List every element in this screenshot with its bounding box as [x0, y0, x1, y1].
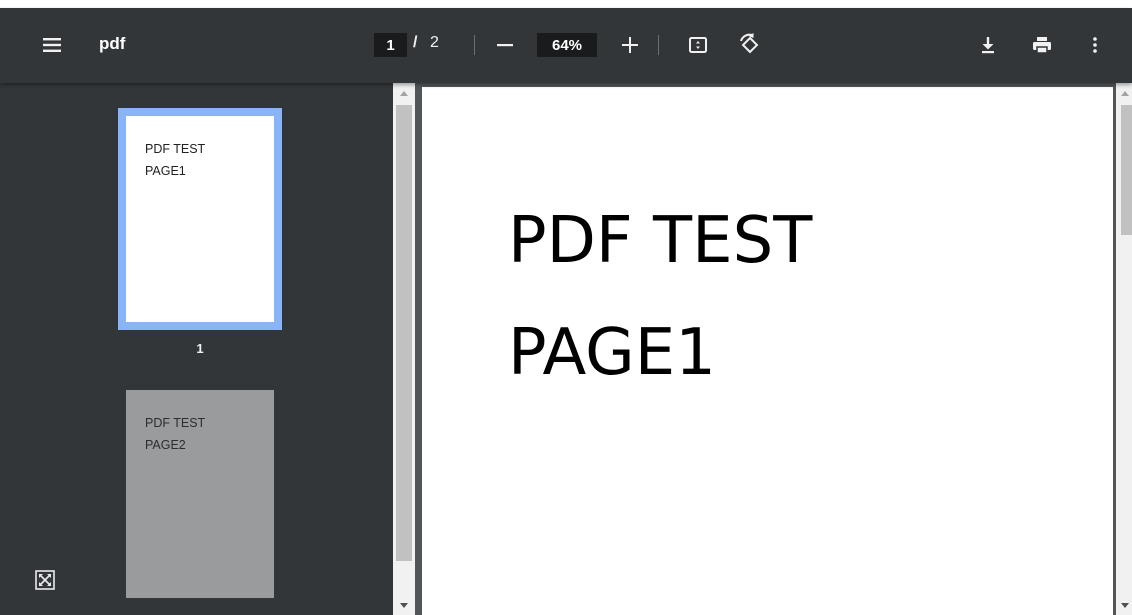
document-scrollbar[interactable] — [1116, 83, 1132, 615]
thumbnail-line: PDF TEST — [145, 142, 206, 156]
document-line: PAGE1 — [508, 316, 716, 390]
zoom-in-icon — [622, 37, 638, 53]
menu-button[interactable] — [32, 30, 72, 60]
download-icon — [982, 37, 994, 54]
sidebar-scrollbar-thumb[interactable] — [396, 105, 412, 561]
document-line: PDF TEST — [508, 204, 813, 278]
scroll-up-arrow-icon[interactable] — [1121, 91, 1129, 96]
document-viewer: PDF TEST PAGE1 — [415, 83, 1132, 615]
thumbnail-line: PAGE2 — [145, 438, 186, 452]
thumbnail-page-2-text: PDF TEST PAGE2 — [145, 412, 205, 456]
scroll-down-arrow-icon[interactable] — [1121, 603, 1129, 608]
more-actions-button[interactable] — [1082, 32, 1108, 58]
zoom-out-icon — [497, 44, 513, 47]
thumbnail-page-number: 1 — [196, 341, 204, 356]
zoom-out-button[interactable] — [492, 32, 518, 58]
print-icon — [1033, 37, 1051, 54]
thumbnail-page-1-text: PDF TEST PAGE1 — [145, 138, 205, 182]
document-scrollbar-thumb[interactable] — [1121, 105, 1132, 235]
rotate-icon — [740, 33, 759, 54]
document-page-1: PDF TEST PAGE1 — [422, 87, 1113, 615]
scroll-down-arrow-icon[interactable] — [400, 603, 408, 608]
download-button[interactable] — [975, 32, 1001, 58]
document-page-text: PDF TEST PAGE1 — [508, 185, 812, 409]
scroll-up-arrow-icon[interactable] — [400, 91, 408, 96]
print-button[interactable] — [1028, 32, 1056, 58]
zoom-in-button[interactable] — [617, 32, 643, 58]
sidebar-scrollbar[interactable] — [393, 83, 415, 615]
thumbnail-line: PDF TEST — [145, 416, 206, 430]
zoom-input[interactable] — [537, 33, 597, 57]
more-icon — [1093, 37, 1097, 53]
page-separator: / — [413, 34, 418, 51]
thumbnail-page-2[interactable]: PDF TEST PAGE2 — [126, 390, 274, 598]
toolbar-divider — [658, 35, 659, 55]
pdf-toolbar: pdf / 2 — [0, 8, 1132, 83]
thumbnail-page-1[interactable]: PDF TEST PAGE1 — [118, 108, 282, 330]
total-pages: 2 — [430, 34, 439, 51]
document-title: pdf — [99, 34, 126, 53]
fit-to-page-button[interactable] — [685, 32, 711, 58]
page-number-input[interactable] — [374, 33, 407, 57]
thumbnail-line: PAGE1 — [145, 164, 186, 178]
toolbar-divider — [474, 35, 475, 55]
sidebar-fit-button[interactable] — [35, 570, 55, 590]
thumbnail-page-1-canvas: PDF TEST PAGE1 — [126, 116, 274, 322]
rotate-button[interactable] — [736, 31, 764, 59]
window-top-edge — [0, 0, 1132, 8]
fit-window-icon — [35, 570, 55, 590]
menu-icon — [43, 38, 61, 52]
fit-page-icon — [689, 37, 707, 53]
